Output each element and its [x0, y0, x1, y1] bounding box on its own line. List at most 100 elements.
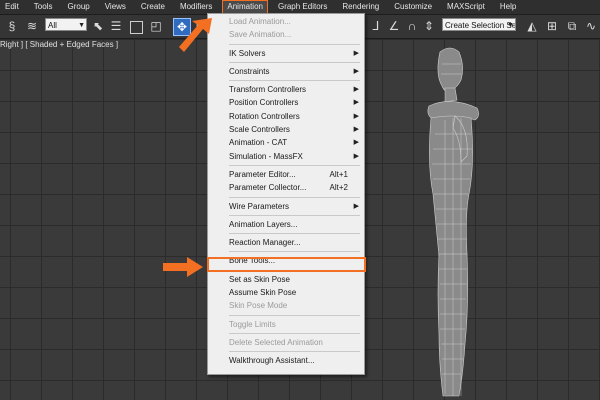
menu-item-shortcut: Alt+2: [329, 183, 348, 193]
arrow-icon: [163, 257, 203, 277]
chevron-right-icon: ▶: [353, 49, 359, 57]
menu-item-transform-controllers[interactable]: Transform Controllers ▶: [208, 83, 364, 96]
menu-item-animation-layers[interactable]: Animation Layers...: [208, 218, 364, 231]
menu-edit[interactable]: Edit: [0, 1, 24, 13]
named-selection-set-value: Create Selection Se: [445, 21, 516, 30]
align-icon[interactable]: ⊞: [544, 18, 560, 34]
rectangular-selection-icon[interactable]: [130, 21, 143, 34]
menu-item-label: Toggle Limits: [229, 319, 276, 329]
chevron-right-icon: ▶: [353, 67, 359, 75]
menu-separator: [229, 214, 360, 216]
menu-item-label: Save Animation...: [229, 30, 292, 40]
chevron-right-icon: ▶: [353, 202, 359, 210]
character-mesh: [427, 47, 479, 397]
snap-icon[interactable]: ⅃: [368, 18, 384, 34]
menu-views[interactable]: Views: [100, 1, 131, 13]
menu-item-load-animation[interactable]: Load Animation...: [208, 15, 364, 28]
menu-modifiers[interactable]: Modifiers: [175, 1, 217, 13]
unlink-icon[interactable]: ≋: [24, 18, 40, 34]
menu-item-label: Parameter Editor...: [229, 169, 296, 179]
menu-item-label: Parameter Collector...: [229, 183, 307, 193]
menu-item-label: Walkthrough Assistant...: [229, 356, 315, 366]
menu-help[interactable]: Help: [495, 1, 521, 13]
menu-item-label: Skin Pose Mode: [229, 301, 288, 311]
menu-item-scale-controllers[interactable]: Scale Controllers ▶: [208, 123, 364, 136]
menu-graph-editors[interactable]: Graph Editors: [273, 1, 332, 13]
menu-separator: [229, 43, 360, 45]
menu-item-ik-solvers[interactable]: IK Solvers ▶: [208, 47, 364, 60]
menu-item-label: Transform Controllers: [229, 85, 307, 95]
menu-item-label: Load Animation...: [229, 17, 291, 26]
animation-menu: Load Animation... Save Animation... IK S…: [207, 13, 365, 375]
menu-item-save-animation[interactable]: Save Animation...: [208, 28, 364, 41]
menu-item-label: Position Controllers: [229, 98, 299, 108]
menu-group[interactable]: Group: [62, 1, 94, 13]
chevron-right-icon: ▶: [353, 99, 359, 107]
angle-snap-icon[interactable]: ∠: [386, 18, 402, 34]
menu-item-walkthrough-assistant[interactable]: Walkthrough Assistant...: [208, 354, 364, 367]
chevron-down-icon: ▼: [507, 22, 514, 29]
named-selection-set-dropdown[interactable]: Create Selection Se ▼: [442, 18, 516, 31]
link-icon[interactable]: §: [4, 18, 20, 34]
menu-item-label: Assume Skin Pose: [229, 288, 297, 298]
layer-manager-icon[interactable]: ⧉: [564, 18, 580, 34]
menu-item-position-controllers[interactable]: Position Controllers ▶: [208, 96, 364, 109]
menu-rendering[interactable]: Rendering: [337, 1, 384, 13]
menu-item-parameter-collector[interactable]: Parameter Collector... Alt+2: [208, 181, 364, 194]
menu-item-delete-selected-animation[interactable]: Delete Selected Animation: [208, 336, 364, 349]
menu-item-label: IK Solvers: [229, 48, 266, 58]
select-by-name-icon[interactable]: ☰: [108, 18, 124, 34]
menu-item-parameter-editor[interactable]: Parameter Editor... Alt+1: [208, 168, 364, 181]
menu-separator: [229, 196, 360, 198]
selection-filter-dropdown[interactable]: All ▼: [45, 18, 87, 31]
select-object-icon[interactable]: ⬉: [90, 18, 106, 34]
menu-item-label: Wire Parameters: [229, 201, 290, 211]
menu-item-label: Animation - CAT: [229, 138, 288, 148]
menu-item-label: Scale Controllers: [229, 125, 290, 135]
chevron-right-icon: ▶: [353, 112, 359, 120]
menu-tools[interactable]: Tools: [29, 1, 58, 13]
chevron-down-icon: ▼: [78, 22, 85, 29]
menu-item-toggle-limits[interactable]: Toggle Limits: [208, 318, 364, 331]
menu-separator: [229, 332, 360, 334]
menu-separator: [229, 251, 360, 253]
menu-item-shortcut: Alt+1: [329, 169, 348, 179]
menu-separator: [229, 314, 360, 316]
curve-editor-icon[interactable]: ∿: [583, 18, 599, 34]
menu-separator: [229, 164, 360, 166]
selection-filter-value: All: [48, 21, 57, 30]
menu-item-skin-pose-mode[interactable]: Skin Pose Mode: [208, 299, 364, 312]
window-crossing-icon[interactable]: ◰: [148, 18, 164, 34]
menu-item-label: Animation Layers...: [229, 219, 298, 229]
menu-item-wire-parameters[interactable]: Wire Parameters ▶: [208, 200, 364, 213]
menu-create[interactable]: Create: [136, 1, 170, 13]
menu-separator: [229, 80, 360, 82]
menu-separator: [229, 233, 360, 235]
menu-item-assume-skin-pose[interactable]: Assume Skin Pose: [208, 286, 364, 299]
menu-item-animation-cat[interactable]: Animation - CAT ▶: [208, 136, 364, 149]
menu-item-reaction-manager[interactable]: Reaction Manager...: [208, 236, 364, 249]
menu-animation[interactable]: Animation: [222, 0, 268, 14]
chevron-right-icon: ▶: [353, 86, 359, 94]
menu-item-label: Constraints: [229, 66, 270, 76]
menu-separator: [229, 61, 360, 63]
menu-item-label: Reaction Manager...: [229, 238, 301, 248]
menu-item-simulation-massfx[interactable]: Simulation - MassFX ▶: [208, 150, 364, 163]
viewport-label[interactable]: Right ] [ Shaded + Edged Faces ]: [0, 40, 118, 49]
menu-item-rotation-controllers[interactable]: Rotation Controllers ▶: [208, 110, 364, 123]
chevron-right-icon: ▶: [353, 139, 359, 147]
menu-maxscript[interactable]: MAXScript: [442, 1, 490, 13]
menu-item-constraints[interactable]: Constraints ▶: [208, 65, 364, 78]
mirror-icon[interactable]: ◭: [524, 18, 540, 34]
spinner-snap-icon[interactable]: ⇕: [421, 18, 437, 34]
menu-separator: [229, 351, 360, 353]
chevron-right-icon: ▶: [353, 152, 359, 160]
arrow-icon: [179, 18, 212, 52]
magnet-snap-icon[interactable]: ∩: [404, 18, 420, 34]
bone-tools-highlight: [207, 257, 366, 272]
menu-item-label: Delete Selected Animation: [229, 337, 323, 347]
menu-item-label: Rotation Controllers: [229, 111, 300, 121]
menu-item-label: Set as Skin Pose: [229, 274, 290, 284]
menu-item-set-as-skin-pose[interactable]: Set as Skin Pose: [208, 273, 364, 286]
menu-customize[interactable]: Customize: [389, 1, 437, 13]
